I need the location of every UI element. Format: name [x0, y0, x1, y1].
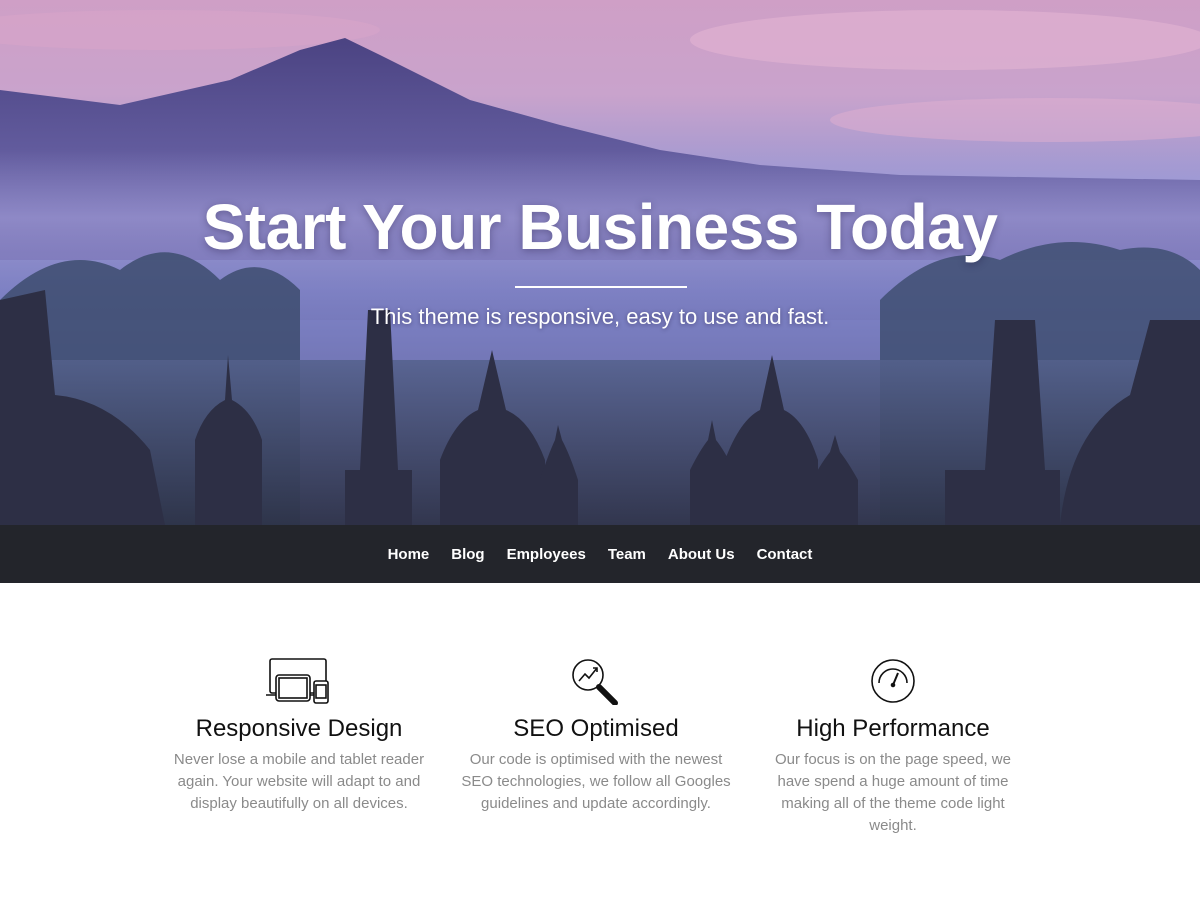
feature-description: Never lose a mobile and tablet reader ag… [173, 751, 425, 812]
feature-high-performance: High Performance Our focus is on the pag… [758, 653, 1028, 837]
magnifier-chart-icon [461, 653, 731, 705]
hero-section: Start Your Business Today This theme is … [0, 0, 1200, 525]
nav-item-home[interactable]: Home [377, 546, 441, 563]
feature-description: Our focus is on the page speed, we have … [775, 751, 1011, 834]
feature-description: Our code is optimised with the newest SE… [461, 751, 731, 812]
main-navigation: Home Blog Employees Team About Us Contac… [0, 525, 1200, 583]
hero-title: Start Your Business Today [202, 191, 998, 263]
feature-responsive-design: Responsive Design Never lose a mobile an… [164, 653, 434, 815]
feature-seo-optimised: SEO Optimised Our code is optimised with… [461, 653, 731, 815]
features-section: Responsive Design Never lose a mobile an… [0, 583, 1200, 900]
feature-title: SEO Optimised [513, 715, 679, 742]
hero-content: Start Your Business Today This theme is … [0, 0, 1200, 525]
nav-item-employees[interactable]: Employees [496, 546, 597, 563]
devices-icon [164, 653, 434, 705]
nav-item-blog[interactable]: Blog [440, 546, 495, 563]
speedometer-icon [758, 653, 1028, 705]
nav-item-team[interactable]: Team [597, 546, 657, 563]
nav-item-about-us[interactable]: About Us [657, 546, 746, 563]
hero-divider [515, 286, 687, 288]
nav-item-contact[interactable]: Contact [746, 546, 824, 563]
hero-subtitle: This theme is responsive, easy to use an… [370, 304, 830, 329]
feature-title: Responsive Design [195, 715, 403, 742]
feature-title: High Performance [796, 715, 990, 742]
